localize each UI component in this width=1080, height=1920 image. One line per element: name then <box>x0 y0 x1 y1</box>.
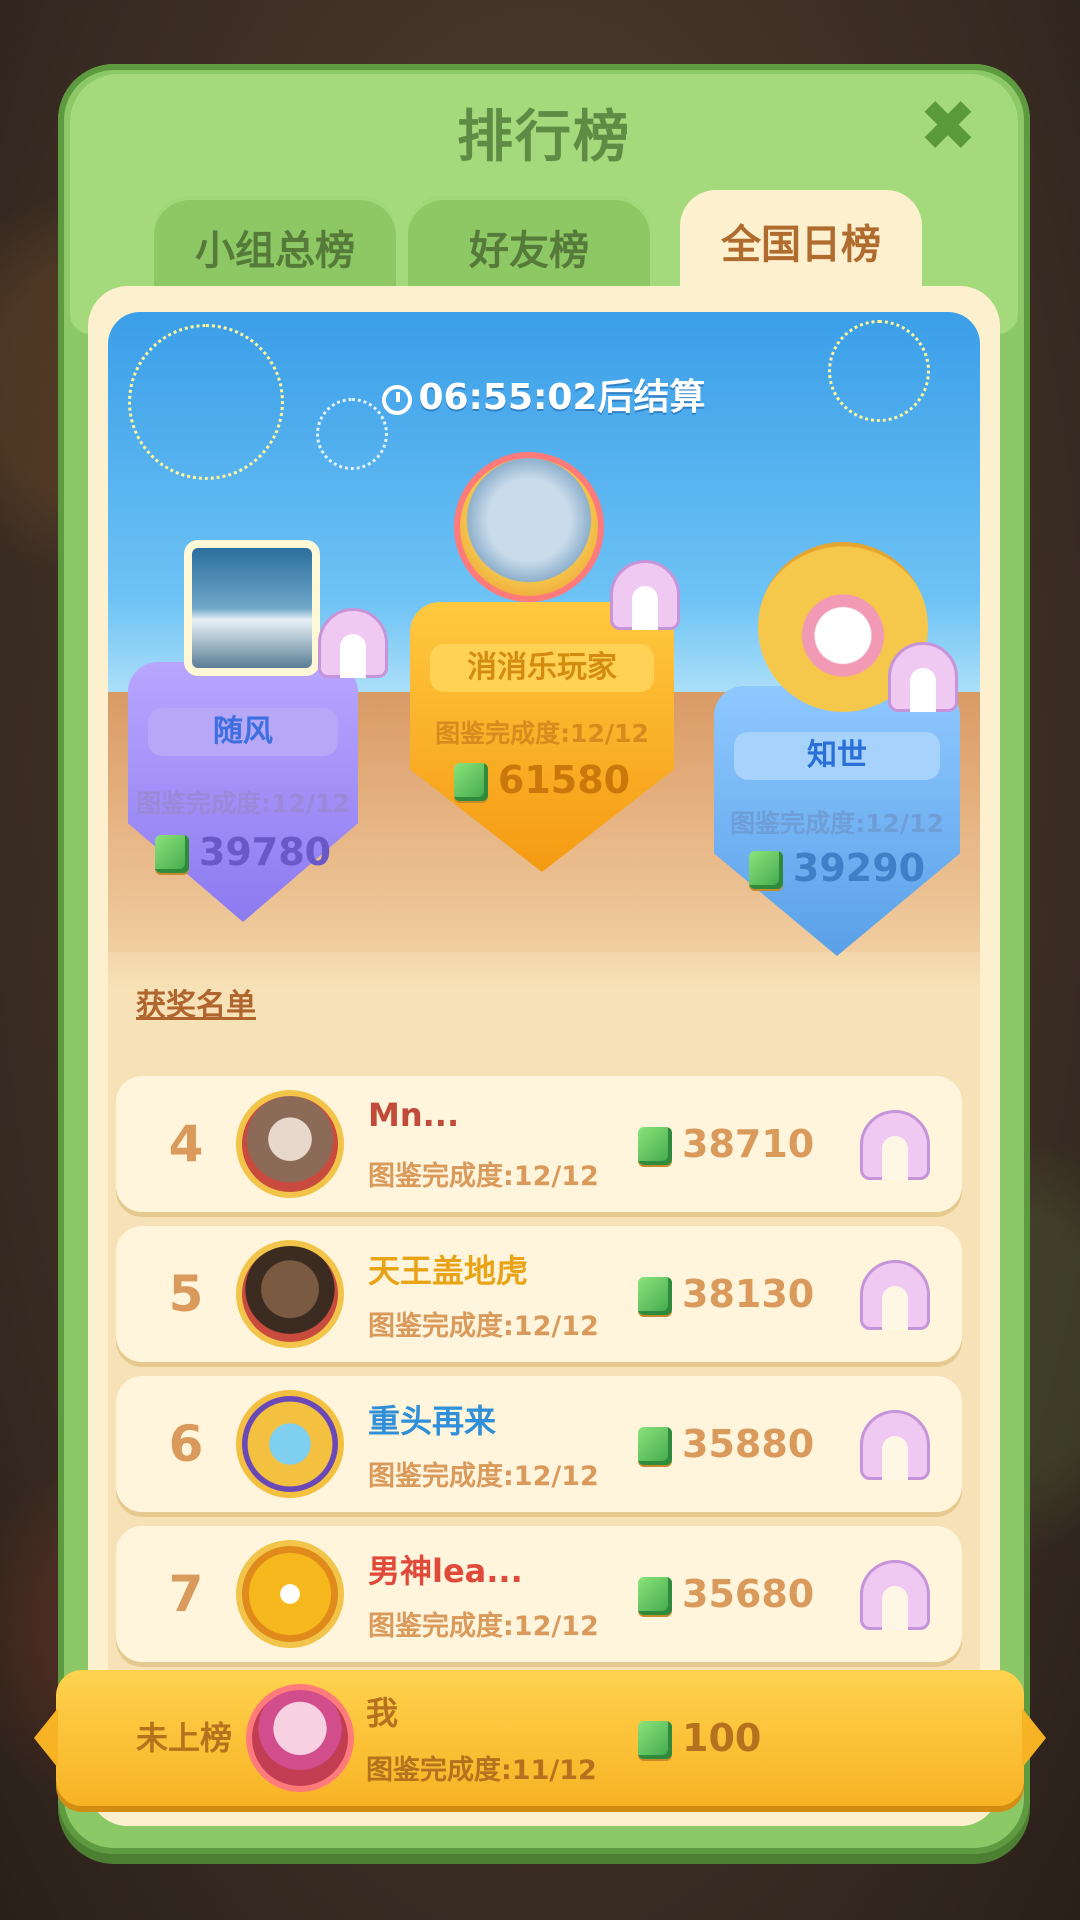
avatar[interactable] <box>236 1240 344 1348</box>
podium-name: 消消乐玩家 <box>430 644 654 692</box>
podium-score: 39290 <box>792 846 926 890</box>
player-score: 35880 <box>682 1422 815 1466</box>
clock-icon <box>382 385 413 415</box>
table-row[interactable]: 4 Mn... 图鉴完成度:12/12 38710 <box>116 1076 962 1212</box>
gem-icon <box>638 1721 672 1759</box>
gem-icon <box>748 851 783 889</box>
leaderboard-panel: 排行榜 ✖ 小组总榜 好友榜 全国日榜 06:55:02后结算 随风 图鉴完成度… <box>58 64 1030 1854</box>
awards-list-link[interactable]: 获奖名单 <box>136 980 256 1024</box>
gem-icon <box>638 1427 672 1465</box>
podium-score: 39780 <box>198 830 332 874</box>
my-avatar[interactable] <box>246 1684 354 1792</box>
player-score: 38130 <box>682 1272 815 1316</box>
avatar[interactable] <box>236 1540 344 1648</box>
pillow-reward-icon <box>860 1560 930 1630</box>
player-name: Mn... <box>368 1096 460 1134</box>
podium-first[interactable]: 消消乐玩家 图鉴完成度:12/12 61580 <box>410 602 674 872</box>
podium-third[interactable]: 知世 图鉴完成度:12/12 39290 <box>714 686 960 956</box>
rank-number: 7 <box>168 1565 204 1623</box>
podium-progress: 图鉴完成度:12/12 <box>136 789 350 818</box>
my-name: 我 <box>366 1694 399 1732</box>
pillow-reward-icon <box>318 608 388 678</box>
rank-number: 6 <box>168 1415 204 1473</box>
podium-name: 随风 <box>148 708 338 756</box>
pillow-reward-icon <box>860 1410 930 1480</box>
rank-number: 5 <box>168 1265 204 1323</box>
leaderboard-body: 06:55:02后结算 随风 图鉴完成度:12/12 39780 消消乐玩家 图… <box>108 312 980 1802</box>
countdown-value: 06:55:02 <box>418 377 598 418</box>
gem-icon <box>638 1277 672 1315</box>
gem-icon <box>638 1127 672 1165</box>
player-progress: 图鉴完成度:12/12 <box>368 1311 599 1342</box>
avatar[interactable] <box>184 540 320 676</box>
pillow-reward-icon <box>860 1110 930 1180</box>
player-score: 35680 <box>682 1572 815 1616</box>
player-name: 重头再来 <box>368 1402 497 1440</box>
pillow-reward-icon <box>888 642 958 712</box>
podium-second[interactable]: 随风 图鉴完成度:12/12 39780 <box>128 662 358 922</box>
countdown-suffix: 后结算 <box>597 377 706 418</box>
tab-content: 06:55:02后结算 随风 图鉴完成度:12/12 39780 消消乐玩家 图… <box>88 286 1000 1826</box>
table-row[interactable]: 7 男神lea... 图鉴完成度:12/12 35680 <box>116 1526 962 1662</box>
player-progress: 图鉴完成度:12/12 <box>368 1461 599 1492</box>
my-rank-bar[interactable]: 未上榜 我 图鉴完成度:11/12 100 <box>34 1670 1046 1806</box>
close-icon[interactable]: ✖ <box>916 91 980 161</box>
podium-progress: 图鉴完成度:12/12 <box>730 809 944 838</box>
gem-icon <box>154 835 189 873</box>
player-progress: 图鉴完成度:12/12 <box>368 1161 599 1192</box>
gem-icon <box>453 763 488 801</box>
player-score: 38710 <box>682 1122 815 1166</box>
my-progress: 图鉴完成度:11/12 <box>366 1755 597 1786</box>
my-rank-status: 未上榜 <box>136 1719 233 1757</box>
countdown-timer: 06:55:02后结算 <box>108 368 980 420</box>
my-score: 100 <box>682 1716 762 1760</box>
podium-name: 知世 <box>734 732 940 780</box>
podium-progress: 图鉴完成度:12/12 <box>435 719 649 748</box>
page-title: 排行榜 <box>457 105 631 170</box>
player-name: 天王盖地虎 <box>368 1252 529 1290</box>
pillow-reward-icon <box>860 1260 930 1330</box>
table-row[interactable]: 5 天王盖地虎 图鉴完成度:12/12 38130 <box>116 1226 962 1362</box>
avatar[interactable] <box>454 452 604 602</box>
pillow-reward-icon <box>610 560 680 630</box>
avatar[interactable] <box>236 1390 344 1498</box>
podium-score: 61580 <box>497 758 631 802</box>
player-progress: 图鉴完成度:12/12 <box>368 1611 599 1642</box>
rank-number: 4 <box>168 1115 204 1173</box>
gem-icon <box>638 1577 672 1615</box>
table-row[interactable]: 6 重头再来 图鉴完成度:12/12 35880 <box>116 1376 962 1512</box>
player-name: 男神lea... <box>368 1552 523 1590</box>
avatar[interactable] <box>236 1090 344 1198</box>
